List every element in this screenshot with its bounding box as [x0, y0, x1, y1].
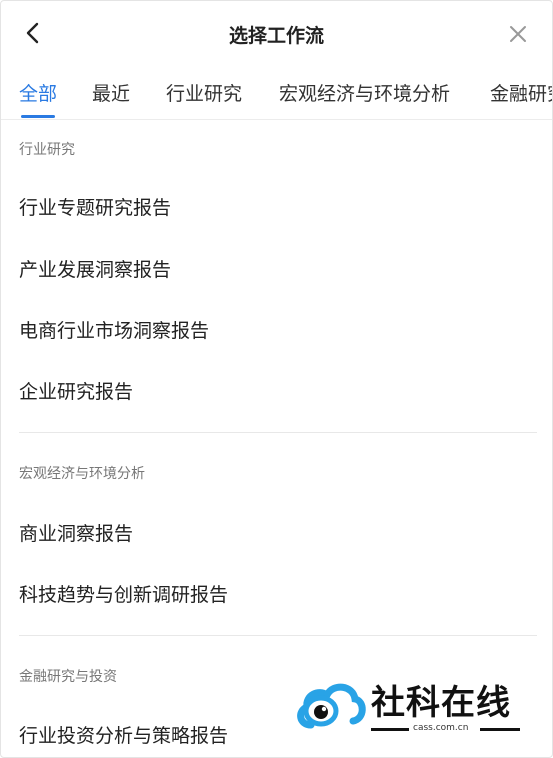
watermark-rule-left — [371, 728, 409, 731]
tab-recent[interactable]: 最近 — [92, 79, 130, 106]
close-icon — [510, 26, 526, 42]
list-item[interactable]: 行业投资分析与策略报告 — [19, 721, 228, 748]
list-item[interactable]: 科技趋势与创新调研报告 — [19, 580, 228, 607]
section-divider — [19, 635, 537, 636]
dialog-title: 选择工作流 — [228, 25, 324, 47]
watermark-url: cass.com.cn — [413, 723, 469, 733]
tab-all[interactable]: 全部 — [19, 79, 57, 106]
tab-macro-economy[interactable]: 宏观经济与环境分析 — [279, 79, 450, 106]
watermark-text: 社科在线 — [371, 683, 511, 723]
section-title-industry: 行业研究 — [19, 142, 75, 158]
list-item[interactable]: 电商行业市场洞察报告 — [19, 316, 209, 343]
list-item[interactable]: 商业洞察报告 — [19, 519, 133, 546]
category-tabs: 全部 最近 行业研究 宏观经济与环境分析 金融研究 — [1, 63, 552, 120]
dialog-header: 选择工作流 — [1, 1, 552, 63]
section-divider — [19, 432, 537, 433]
watermark-logo: 社科在线 cass.com.cn — [295, 673, 540, 753]
cloud-eye-logo-icon — [297, 683, 366, 729]
watermark-rule-right — [480, 728, 520, 731]
list-item[interactable]: 行业专题研究报告 — [19, 193, 171, 220]
section-title-macro: 宏观经济与环境分析 — [19, 466, 145, 482]
tab-industry-research[interactable]: 行业研究 — [166, 79, 242, 106]
tab-finance-research[interactable]: 金融研究 — [490, 79, 552, 106]
list-item[interactable]: 产业发展洞察报告 — [19, 255, 171, 282]
active-tab-indicator — [21, 115, 55, 118]
close-button[interactable] — [502, 20, 534, 48]
section-title-finance: 金融研究与投资 — [19, 669, 117, 685]
list-item[interactable]: 企业研究报告 — [19, 377, 133, 404]
workflow-picker-dialog: 选择工作流 全部 最近 行业研究 宏观经济与环境分析 金融研究 行业研究 行业专… — [0, 0, 553, 758]
